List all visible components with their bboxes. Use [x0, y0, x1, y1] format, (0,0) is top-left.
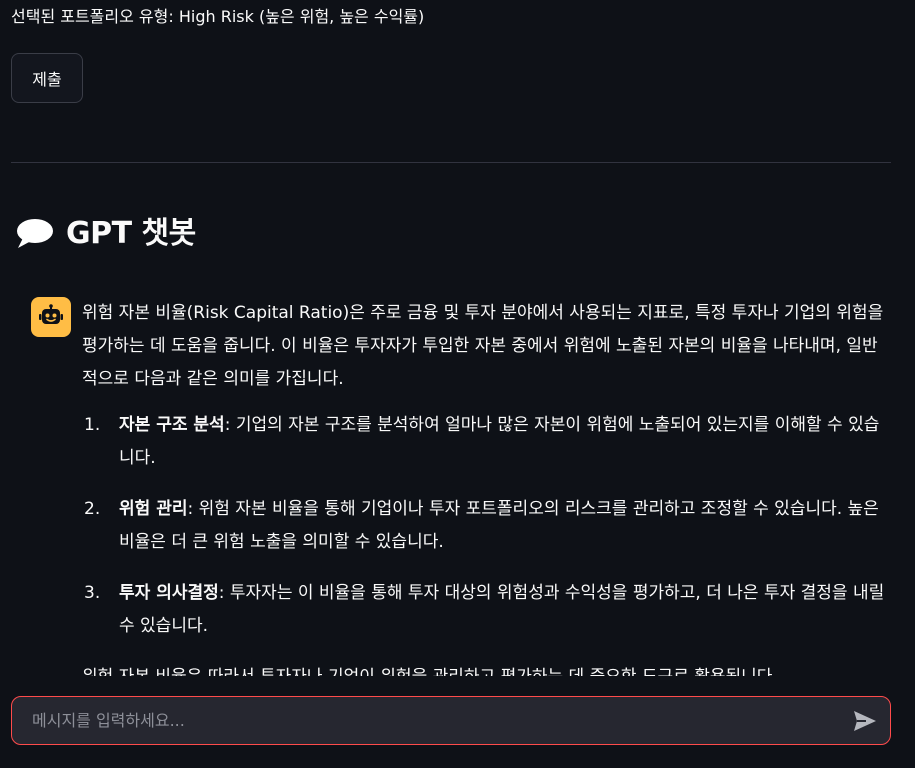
chat-header: GPT 챗봇	[14, 210, 196, 258]
chat-input-area	[0, 676, 915, 768]
list-item: 3. 투자 의사결정: 투자자는 이 비율을 통해 투자 대상의 위험성과 수익…	[82, 577, 890, 643]
assistant-message: 위험 자본 비율(Risk Capital Ratio)은 주로 금융 및 투자…	[31, 297, 891, 677]
message-intro: 위험 자본 비율(Risk Capital Ratio)은 주로 금융 및 투자…	[82, 303, 884, 389]
chat-input-container	[11, 696, 891, 745]
chat-message-input[interactable]	[12, 697, 842, 744]
submit-button[interactable]: 제출	[11, 53, 83, 103]
send-button[interactable]	[852, 709, 878, 733]
app-page: 선택된 포트폴리오 유형: High Risk (높은 위험, 높은 수익률) …	[0, 0, 915, 768]
robot-icon	[39, 304, 63, 324]
list-item: 1. 자본 구조 분석: 기업의 자본 구조를 분석하여 얼마나 많은 자본이 …	[82, 409, 890, 475]
list-number: 2.	[84, 499, 101, 519]
assistant-message-body: 위험 자본 비율(Risk Capital Ratio)은 주로 금융 및 투자…	[82, 297, 890, 677]
selected-portfolio-text: 선택된 포트폴리오 유형: High Risk (높은 위험, 높은 수익률)	[11, 7, 425, 26]
divider	[11, 162, 891, 163]
assistant-avatar	[31, 297, 71, 337]
point-title: 투자 의사결정	[119, 583, 219, 603]
send-icon	[854, 711, 876, 731]
point-title: 위험 관리	[119, 499, 188, 519]
list-number: 3.	[84, 583, 101, 603]
message-conclusion: 위험 자본 비율은 따라서 투자자나 기업이 위험을 관리하고 평가하는 데 중…	[82, 667, 778, 677]
point-text: : 투자자는 이 비율을 통해 투자 대상의 위험성과 수익성을 평가하고, 더…	[119, 583, 885, 636]
point-text: : 위험 자본 비율을 통해 기업이나 투자 포트폴리오의 리스크를 관리하고 …	[119, 499, 879, 552]
speech-balloon-icon	[17, 219, 53, 248]
point-title: 자본 구조 분석	[119, 415, 225, 435]
list-number: 1.	[84, 415, 101, 435]
list-item: 2. 위험 관리: 위험 자본 비율을 통해 기업이나 투자 포트폴리오의 리스…	[82, 493, 890, 559]
chat-title: GPT 챗봇	[66, 216, 196, 251]
points-list: 1. 자본 구조 분석: 기업의 자본 구조를 분석하여 얼마나 많은 자본이 …	[82, 409, 890, 643]
point-text: : 기업의 자본 구조를 분석하여 얼마나 많은 자본이 위험에 노출되어 있는…	[119, 415, 880, 468]
